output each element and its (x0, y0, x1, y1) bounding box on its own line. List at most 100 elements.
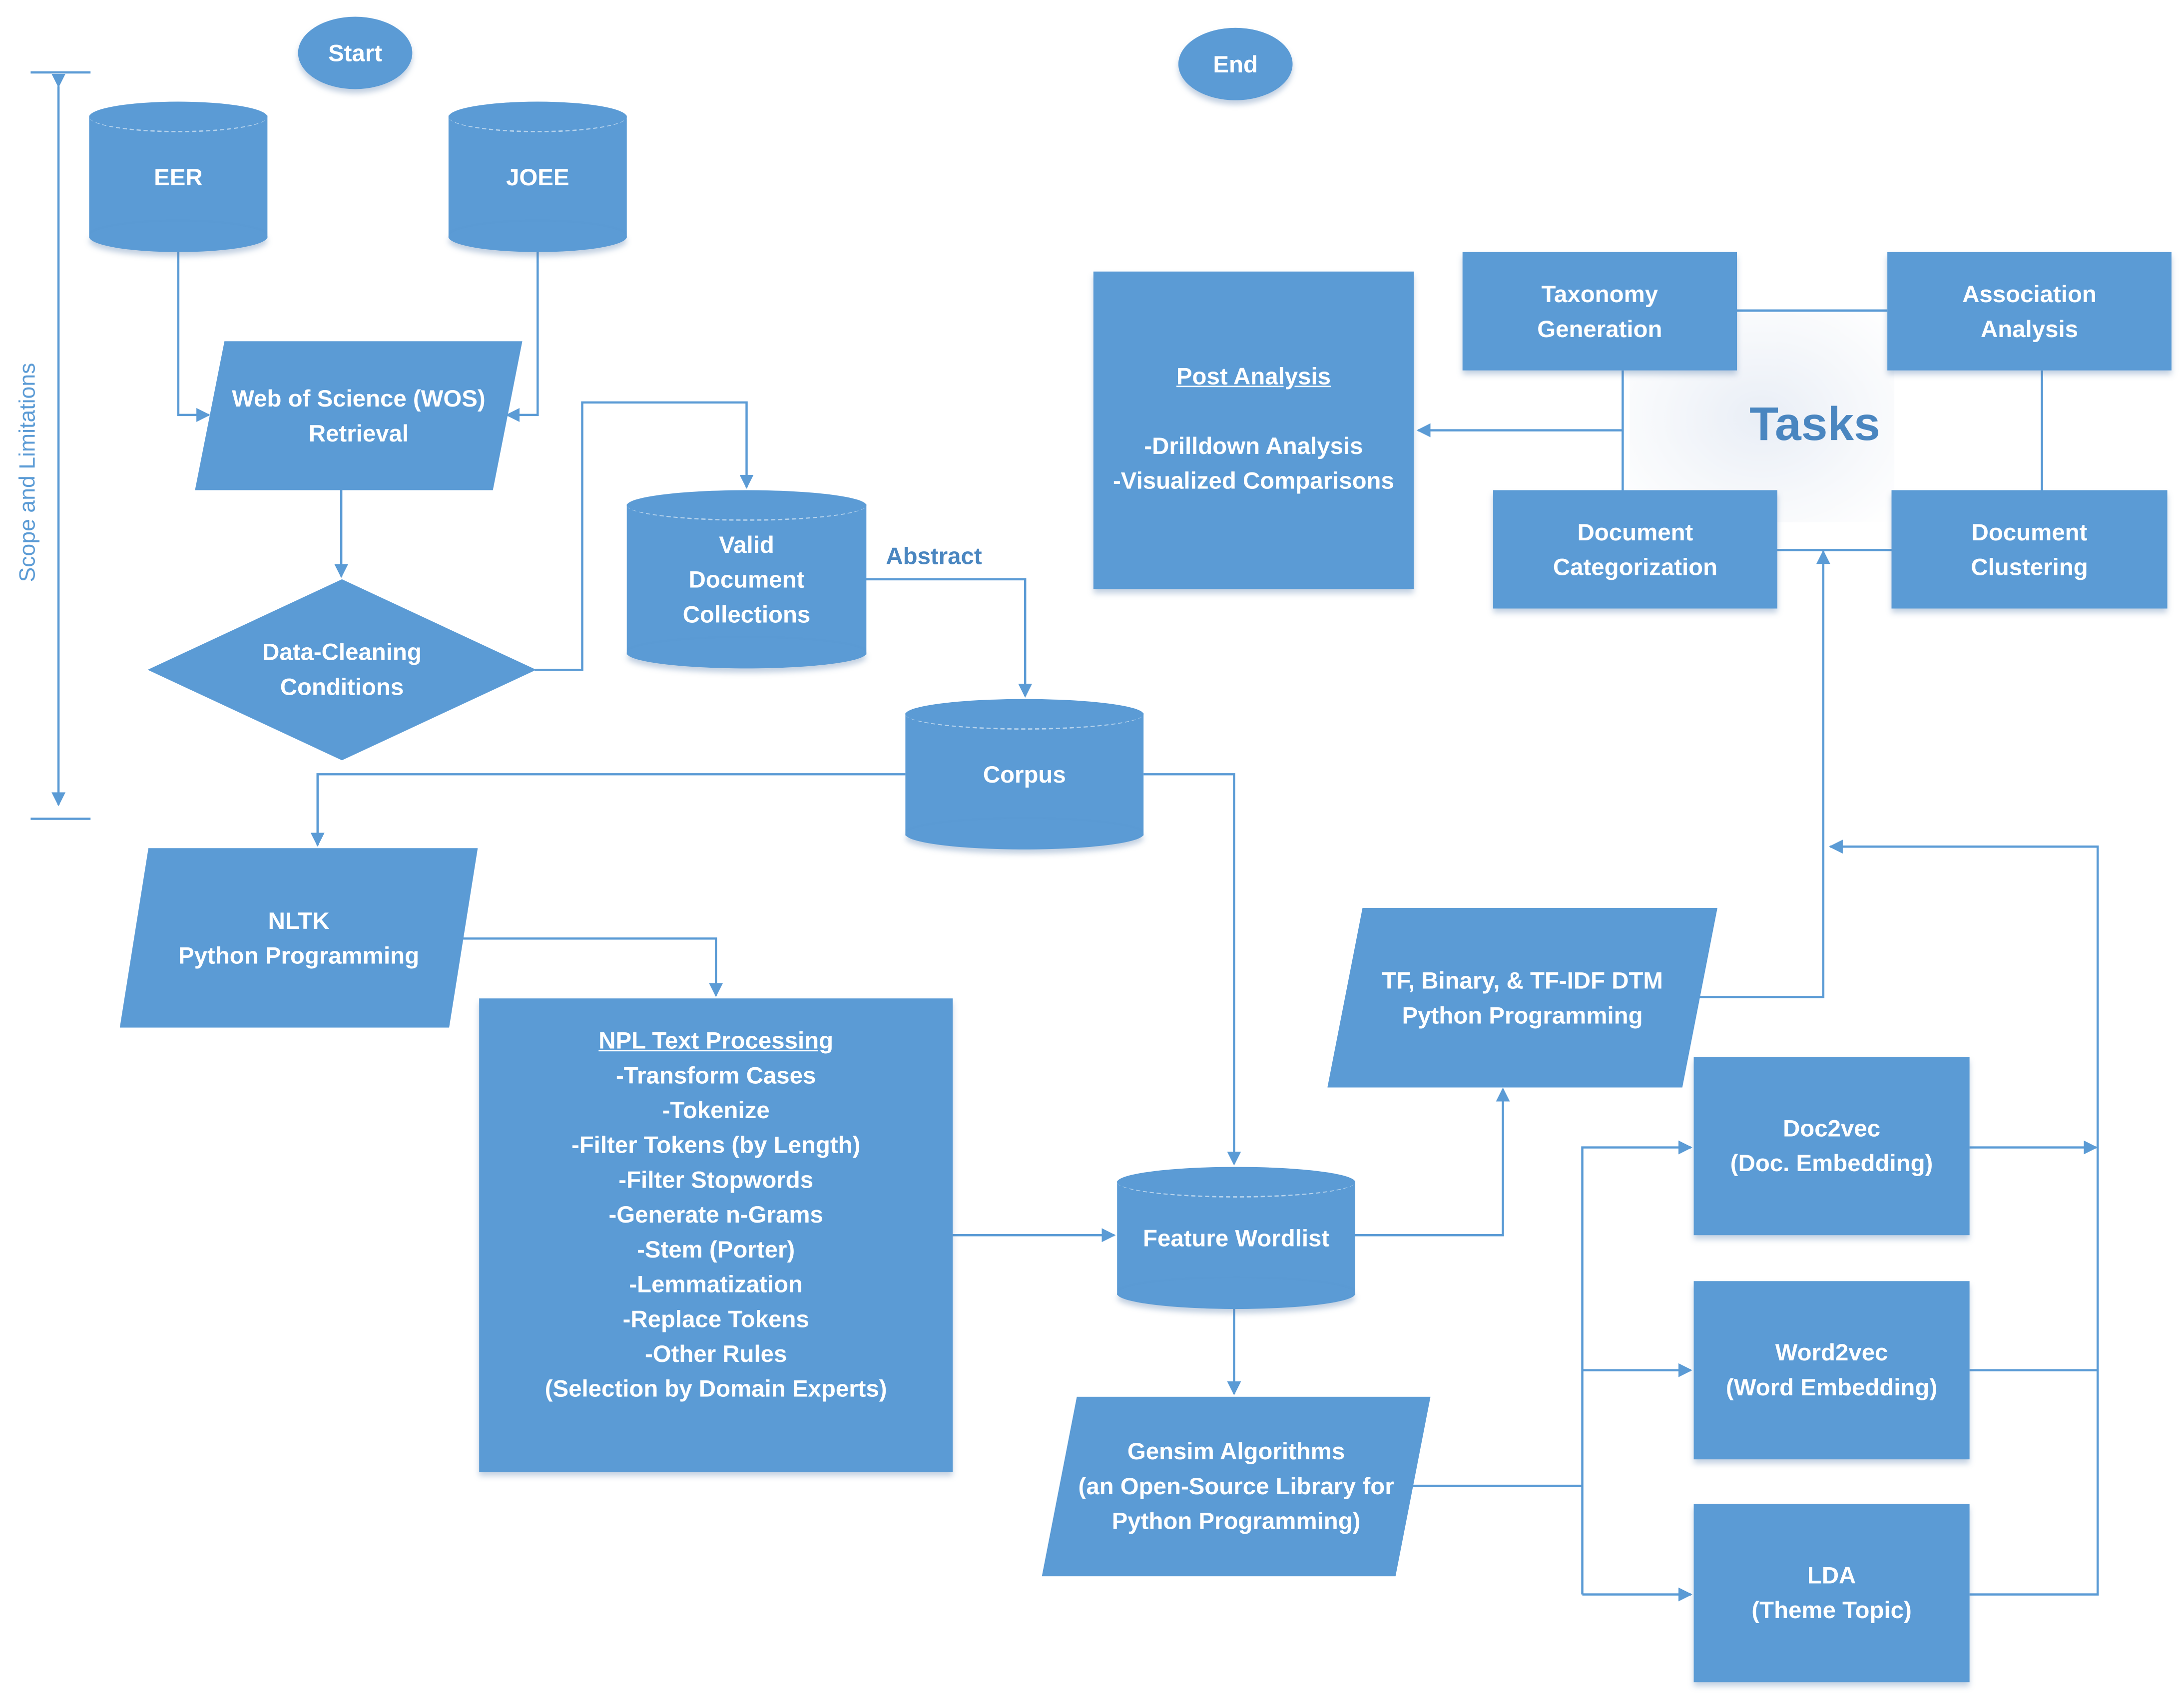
cylinder-top (905, 699, 1144, 730)
edge-eer-wos (177, 250, 211, 422)
post-analysis-node[interactable]: Post Analysis -Drilldown Analysis -Visual… (1093, 271, 1414, 589)
end-node[interactable]: End (1178, 27, 1293, 100)
cylinder-bottom (1117, 1278, 1356, 1309)
edge-corpus-wordlist (1143, 773, 1241, 1166)
node-label: Feature Wordlist (1143, 1221, 1329, 1256)
node-label-line: Clustering (1971, 553, 2088, 580)
node-label-line: Valid (719, 531, 774, 558)
node-label-line: -Filter Stopwords (618, 1167, 814, 1194)
node-label: NPL Text Processing -Transform Cases -Toke… (545, 1023, 887, 1406)
scope-label: Scope and Limitations (16, 363, 40, 582)
node-label-line: -Lemmatization (629, 1271, 803, 1298)
node-label-line: Web of Science (WOS) (232, 385, 486, 412)
node-label-line: Python Programming) (1111, 1508, 1361, 1535)
node-label-line: Feature Wordlist (1143, 1225, 1330, 1252)
edge-nltk-npl (460, 937, 723, 997)
node-label-line: EER (154, 163, 203, 190)
node-title: NPL Text Processing (598, 1027, 834, 1054)
node-label: Document Categorization (1553, 514, 1717, 584)
node-label-line: Start (328, 39, 382, 66)
node-label-line: (Word Embedding) (1726, 1374, 1938, 1401)
cylinder-bottom (626, 638, 867, 669)
cylinder-top (89, 101, 268, 132)
node-label-line: Data-Cleaning (262, 639, 422, 666)
node-label: LDA (Theme Topic) (1751, 1558, 1911, 1628)
node-label-line (1113, 394, 1394, 429)
cylinder-top (1117, 1167, 1356, 1198)
node-label-line: End (1213, 50, 1258, 77)
edge-validdocs-corpus (865, 578, 1033, 698)
node-label: EER (154, 159, 203, 194)
node-label-line: (an Open-Source Library for (1078, 1473, 1394, 1500)
node-label: Association Analysis (1962, 276, 2097, 346)
edge-corpus-nltk (310, 773, 906, 847)
node-label-line: Gensim Algorithms (1127, 1438, 1345, 1465)
joee-database[interactable]: JOEE (448, 101, 627, 252)
node-label: End (1213, 46, 1258, 81)
node-label-line: Doc2vec (1783, 1115, 1881, 1142)
node-label: Corpus (983, 757, 1066, 792)
node-label-line: -Transform Cases (615, 1062, 816, 1089)
association-analysis-node[interactable]: Association Analysis (1887, 252, 2172, 371)
document-clustering-node[interactable]: Document Clustering (1891, 490, 2168, 609)
node-label-line: Conditions (280, 674, 404, 701)
flowchart-canvas: Scope and Limitations Tasks Abstract Sta… (0, 0, 2184, 1702)
tasks-title: Tasks (1749, 398, 1880, 451)
edge-wordlist-dtm (1354, 1087, 1510, 1237)
node-label: Web of Science (WOS) Retrieval (232, 381, 485, 450)
valid-document-collections[interactable]: Valid Document Collections (626, 490, 867, 669)
cylinder-bottom (89, 221, 268, 252)
node-label-line: -Filter Tokens (by Length) (571, 1132, 861, 1159)
node-label: Gensim Algorithms (an Open-Source Library… (1079, 1434, 1394, 1539)
node-label-line: (Doc. Embedding) (1730, 1150, 1933, 1177)
node-label-line: NLTK (268, 907, 330, 934)
node-label: Data-Cleaning Conditions (262, 635, 422, 704)
lda-node[interactable]: LDA (Theme Topic) (1693, 1504, 1970, 1683)
taxonomy-generation-node[interactable]: Taxonomy Generation (1462, 252, 1737, 371)
node-label-line: -Replace Tokens (622, 1306, 809, 1333)
word2vec-node[interactable]: Word2vec (Word Embedding) (1693, 1281, 1970, 1460)
feature-wordlist-database[interactable]: Feature Wordlist (1117, 1167, 1356, 1309)
start-node[interactable]: Start (298, 16, 413, 89)
node-label: NLTK Python Programming (178, 903, 419, 972)
doc2vec-node[interactable]: Doc2vec (Doc. Embedding) (1693, 1057, 1970, 1236)
node-label-line: Corpus (983, 761, 1066, 788)
node-label: Start (328, 35, 382, 70)
corpus-database[interactable]: Corpus (905, 699, 1144, 850)
npl-text-processing-node[interactable]: NPL Text Processing -Transform Cases -Toke… (479, 998, 953, 1472)
node-label-line: Taxonomy (1541, 280, 1658, 307)
node-label-line: TF, Binary, & TF-IDF DTM (1382, 967, 1663, 994)
node-label-line: Categorization (1553, 553, 1718, 580)
node-label-line: Python Programming (1402, 1002, 1643, 1029)
eer-database[interactable]: EER (89, 101, 268, 252)
node-label-line: -Generate n-Grams (608, 1202, 823, 1229)
dtm-node[interactable]: TF, Binary, & TF-IDF DTM Python Programmi… (1327, 907, 1717, 1088)
node-label-line: Retrieval (308, 420, 409, 446)
node-label-line: Document (1971, 518, 2088, 545)
gensim-node[interactable]: Gensim Algorithms (an Open-Source Library… (1042, 1396, 1431, 1577)
node-label-line: Word2vec (1775, 1339, 1888, 1366)
wos-retrieval-node[interactable]: Web of Science (WOS) Retrieval (195, 341, 523, 490)
node-label: JOEE (506, 159, 569, 194)
node-label-line: Analysis (1981, 315, 2079, 342)
node-label: Valid Document Collections (683, 527, 810, 631)
nltk-node[interactable]: NLTK Python Programming (119, 848, 478, 1028)
cylinder-top (626, 490, 867, 521)
node-label-line: Document (688, 566, 805, 593)
node-label-line: -Visualized Comparisons (1113, 467, 1394, 494)
node-label: Post Analysis -Drilldown Analysis -Visual… (1113, 359, 1394, 498)
node-label-line: Python Programming (178, 942, 420, 969)
node-label-line: (Selection by Domain Experts) (545, 1375, 887, 1402)
cylinder-top (448, 101, 627, 132)
node-label: TF, Binary, & TF-IDF DTM Python Programmi… (1382, 963, 1663, 1032)
node-label-line: -Tokenize (662, 1097, 770, 1124)
node-title: Post Analysis (1176, 363, 1331, 390)
node-label-line: JOEE (506, 163, 569, 190)
node-label-line: -Drilldown Analysis (1144, 433, 1363, 460)
node-label-line: Document (1577, 518, 1693, 545)
node-label: Doc2vec (Doc. Embedding) (1730, 1111, 1933, 1181)
document-categorization-node[interactable]: Document Categorization (1493, 490, 1777, 609)
node-label-line: Collections (682, 601, 811, 628)
node-label: Word2vec (Word Embedding) (1726, 1335, 1937, 1405)
node-label-line: -Other Rules (644, 1341, 787, 1368)
